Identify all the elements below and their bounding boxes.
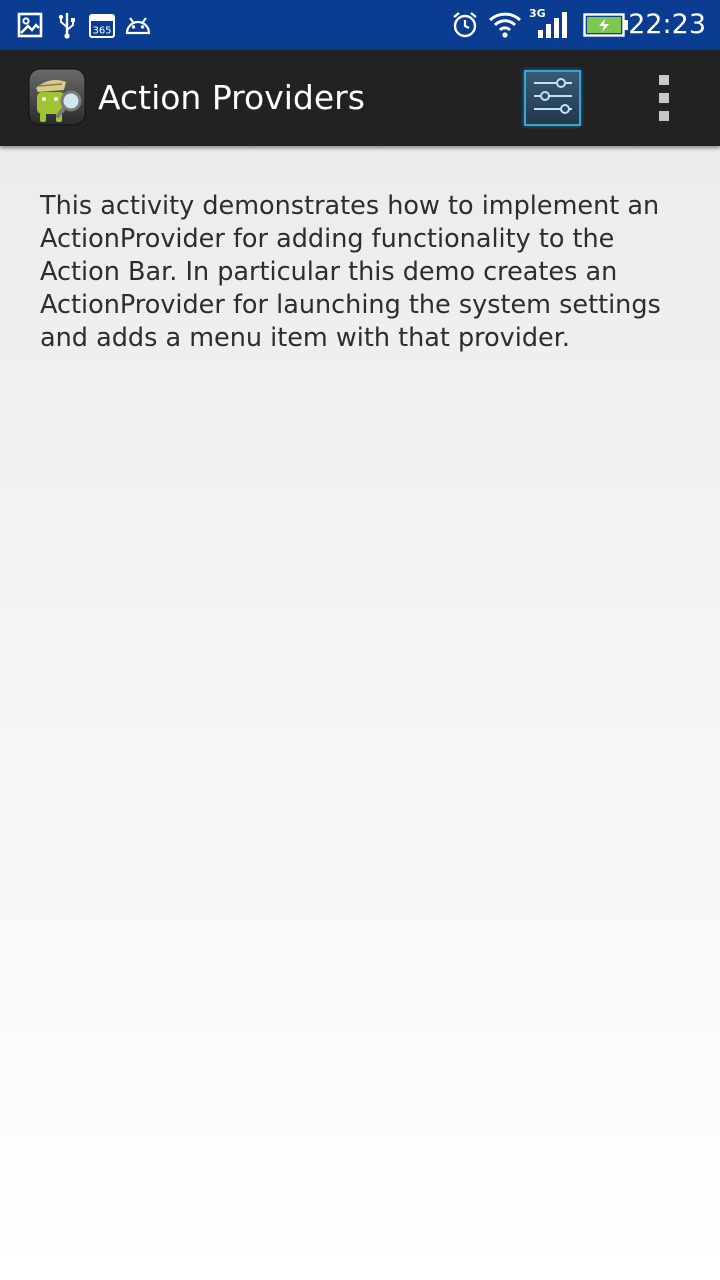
usb-icon <box>56 10 78 40</box>
image-notification-icon <box>16 10 44 40</box>
signal-icon: 3G <box>528 6 570 40</box>
description-text: This activity demonstrates how to implem… <box>40 191 661 353</box>
action-bar: Action Providers <box>0 50 720 146</box>
api-demos-icon[interactable] <box>28 68 86 126</box>
battery-icon <box>582 10 630 40</box>
settings-sliders-icon <box>531 76 575 120</box>
settings-action-button[interactable] <box>524 70 581 126</box>
network-type-label: 3G <box>529 7 546 20</box>
overflow-menu-icon <box>659 75 669 85</box>
action-bar-title: Action Providers <box>98 78 365 117</box>
wifi-icon <box>488 10 522 40</box>
alarm-icon <box>450 10 480 40</box>
status-time: 22:23 <box>628 9 706 40</box>
calendar-icon-label: 365 <box>92 26 111 37</box>
android-debug-icon <box>124 10 152 40</box>
content-area: This activity demonstrates how to implem… <box>0 146 720 1280</box>
status-bar: 365 3G 22:23 <box>0 0 720 50</box>
calendar-icon: 365 <box>88 10 116 40</box>
overflow-menu-button[interactable] <box>636 68 692 128</box>
